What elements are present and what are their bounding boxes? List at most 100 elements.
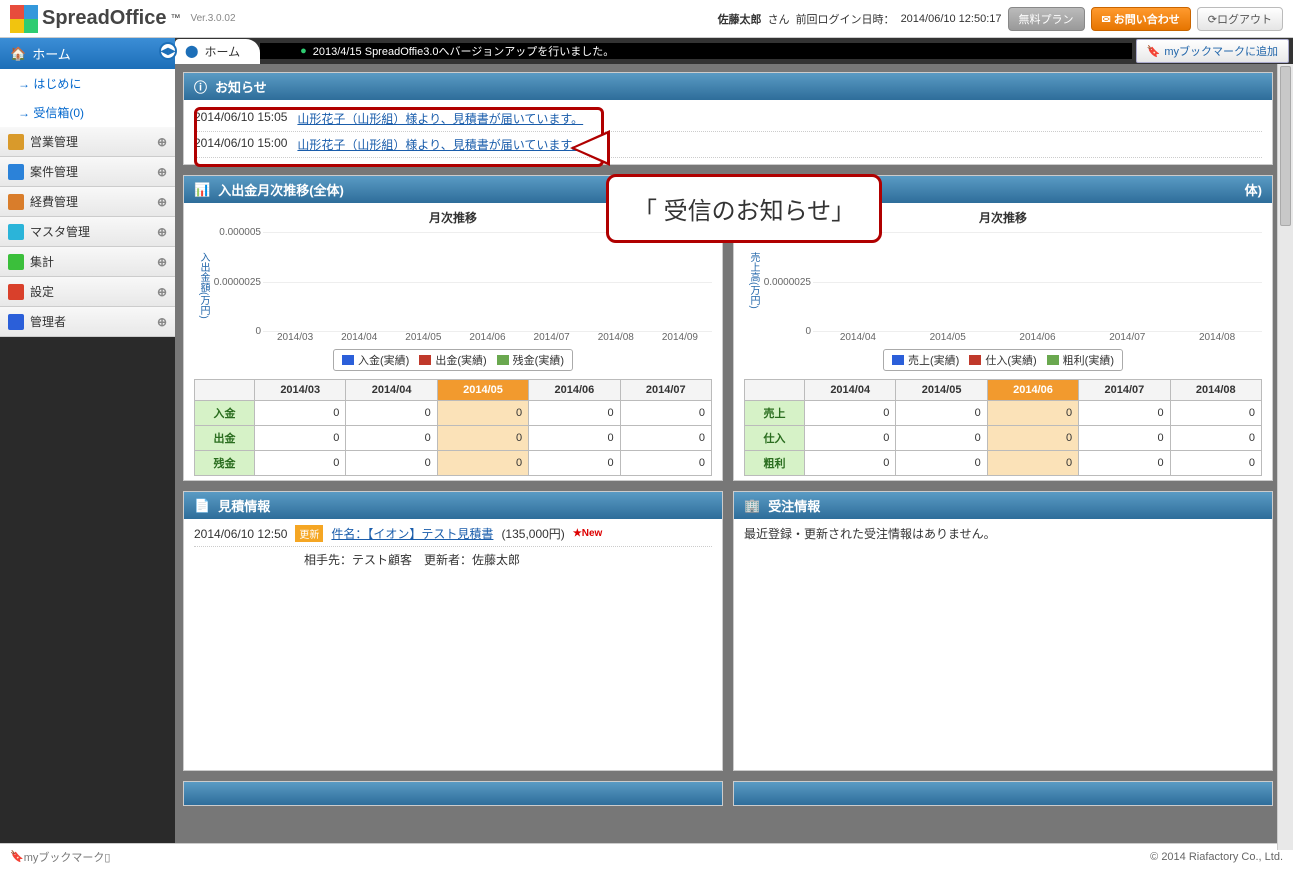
chart-legend: 売上(実績)仕入(実績)粗利(実績) <box>744 349 1262 371</box>
notice-row: 2014/06/10 15:00 山形花子（山形組）様より、見積書が届いています… <box>194 132 1262 158</box>
footer: 🔖 myブックマーク▯ © 2014 Riafactory Co., Ltd. <box>0 843 1293 869</box>
sidebar-item-icon <box>8 254 24 270</box>
home-icon: 🏠 <box>10 46 26 62</box>
chart-xcats: 2014/042014/052014/062014/072014/08 <box>763 332 1262 343</box>
chart-data-table: 2014/032014/042014/052014/062014/07入金000… <box>194 379 712 476</box>
panel-chart-right-title: 体) <box>1245 180 1262 199</box>
sidebar-item-icon <box>8 194 24 210</box>
header-right: 佐藤太郎 さん 前回ログイン日時： 2014/06/10 12:50:17 無料… <box>718 7 1283 31</box>
annotation-callout-text: 「 受信のお知らせ」 <box>633 198 855 225</box>
last-login-label: 前回ログイン日時： <box>796 11 895 27</box>
annotation-arrow <box>570 130 610 166</box>
panel-order: 🏢 受注情報 最近登録・更新された受注情報はありません。 <box>733 491 1273 771</box>
bookmark-add-label: myブックマークに追加 <box>1164 43 1278 59</box>
sidebar-item-icon <box>8 164 24 180</box>
top-bar: SpreadOffice ™ Ver.3.0.02 佐藤太郎 さん 前回ログイン日… <box>0 0 1293 38</box>
notice-link[interactable]: 山形花子（山形組）様より、見積書が届いています。 <box>297 136 583 153</box>
footer-copyright: © 2014 Riafactory Co., Ltd. <box>1150 851 1283 863</box>
expand-icon: ⊕ <box>157 255 167 269</box>
sidebar-item-集計[interactable]: 集計 ⊕ <box>0 247 175 277</box>
sidebar-sub-inbox[interactable]: → 受信箱(0) <box>0 98 175 127</box>
chart-xcats: 2014/032014/042014/052014/062014/072014/… <box>213 332 712 343</box>
notice-ts: 2014/06/10 15:05 <box>194 110 287 127</box>
last-login-value: 2014/06/10 12:50:17 <box>901 13 1002 25</box>
estimate-amount: (135,000円) <box>501 525 564 542</box>
chart-legend: 入金(実績)出金(実績)残金(実績) <box>194 349 712 371</box>
sidebar-item-label: マスタ管理 <box>30 223 90 240</box>
sidebar-item-営業管理[interactable]: 営業管理 ⊕ <box>0 127 175 157</box>
banner-text: 2013/4/15 SpreadOffie3.0へバージョンアップを行いました。 <box>313 43 615 59</box>
estimate-ts: 2014/06/10 12:50 <box>194 527 287 541</box>
notice-ts: 2014/06/10 15:00 <box>194 136 287 153</box>
bookmark-add-button[interactable]: 🔖 myブックマークに追加 <box>1136 39 1289 63</box>
panel-extra-left <box>183 781 723 806</box>
sidebar-item-設定[interactable]: 設定 ⊕ <box>0 277 175 307</box>
sidebar-item-label: 案件管理 <box>30 163 78 180</box>
bookmark-icon: 🔖 <box>1147 45 1161 58</box>
panel-chart-left-title: 入出金月次推移(全体) <box>218 180 344 199</box>
sidebar-item-管理者[interactable]: 管理者 ⊕ <box>0 307 175 337</box>
content-tabbar: ⬤ ホーム ● 2013/4/15 SpreadOffie3.0へバージョンアッ… <box>175 38 1293 64</box>
expand-icon: ⊕ <box>157 165 167 179</box>
panel-notice-title: お知らせ <box>215 77 267 96</box>
chart-ylabel: 入出金額(万円) <box>194 232 213 343</box>
expand-icon: ⊕ <box>157 135 167 149</box>
expand-icon: ⊕ <box>157 195 167 209</box>
panel-estimate-body: 2014/06/10 12:50 更新 件名：【イオン】テスト見積書 (135,… <box>184 519 722 574</box>
panel-estimate: 📄 見積情報 2014/06/10 12:50 更新 件名：【イオン】テスト見積… <box>183 491 723 771</box>
chart-right: 月次推移 売上高(万円) 00.00000250.000005 2014/042… <box>734 203 1272 480</box>
expand-icon: ⊕ <box>157 285 167 299</box>
doc-icon: 📄 <box>194 498 210 514</box>
panel-extra-right <box>733 781 1273 806</box>
sidebar-sub-intro[interactable]: → はじめに <box>0 69 175 98</box>
chart-data-table: 2014/042014/052014/062014/072014/08売上000… <box>744 379 1262 476</box>
sidebar-item-icon <box>8 134 24 150</box>
sidebar-sub-label: 受信箱(0) <box>33 106 84 120</box>
user-name: 佐藤太郎 <box>718 11 762 27</box>
sidebar-item-icon <box>8 314 24 330</box>
estimate-link[interactable]: 件名：【イオン】テスト見積書 <box>331 525 493 542</box>
app-tm: ™ <box>170 13 180 24</box>
collapse-icon[interactable]: ◀▶ <box>159 42 177 60</box>
chart-icon: 📊 <box>194 182 210 198</box>
tab-home-icon: ⬤ <box>185 44 198 58</box>
sidebar: 🏠 ホーム ◀▶ → はじめに → 受信箱(0) 営業管理 ⊕ 案件管理 ⊕ 経… <box>0 38 175 843</box>
panel-notice: ⓘ お知らせ 2014/06/10 15:05 山形花子（山形組）様より、見積書… <box>183 72 1273 165</box>
app-name: SpreadOffice <box>42 7 166 30</box>
panel-notice-head: ⓘ お知らせ <box>184 73 1272 100</box>
expand-icon: ⊕ <box>157 315 167 329</box>
sidebar-item-label: 集計 <box>30 253 54 270</box>
plan-button[interactable]: 無料プラン <box>1008 7 1085 31</box>
scrollbar[interactable] <box>1277 64 1293 850</box>
estimate-detail: 相手先：テスト顧客 更新者：佐藤太郎 <box>194 547 712 568</box>
notice-row: 2014/06/10 15:05 山形花子（山形組）様より、見積書が届いています… <box>194 106 1262 132</box>
sidebar-home[interactable]: 🏠 ホーム ◀▶ <box>0 38 175 69</box>
sidebar-home-label: ホーム <box>32 44 71 63</box>
app-version: Ver.3.0.02 <box>190 13 235 24</box>
sidebar-item-label: 設定 <box>30 283 54 300</box>
footer-bookmark[interactable]: myブックマーク▯ <box>24 849 111 865</box>
sidebar-item-案件管理[interactable]: 案件管理 ⊕ <box>0 157 175 187</box>
content-area: ⬤ ホーム ● 2013/4/15 SpreadOffie3.0へバージョンアッ… <box>175 38 1293 843</box>
chart-plot-area: 00.00000250.000005 <box>263 232 712 332</box>
logout-button[interactable]: ⟳ログアウト <box>1197 7 1283 31</box>
sidebar-item-経費管理[interactable]: 経費管理 ⊕ <box>0 187 175 217</box>
update-badge: 更新 <box>295 525 323 542</box>
chart-ylabel: 売上高(万円) <box>744 232 763 343</box>
app-logo: SpreadOffice ™ Ver.3.0.02 <box>10 5 236 33</box>
user-suffix: さん <box>768 11 790 27</box>
scrollbar-thumb[interactable] <box>1280 66 1291 226</box>
building-icon: 🏢 <box>744 498 760 514</box>
contact-button[interactable]: ✉ お問い合わせ <box>1091 7 1191 31</box>
footer-bookmark-icon: 🔖 <box>10 850 24 863</box>
notice-link[interactable]: 山形花子（山形組）様より、見積書が届いています。 <box>297 110 583 127</box>
order-empty: 最近登録・更新された受注情報はありません。 <box>744 527 996 541</box>
sidebar-sub-label: はじめに <box>33 77 81 91</box>
panel-order-head: 🏢 受注情報 <box>734 492 1272 519</box>
chart-plot-area: 00.00000250.000005 <box>813 232 1262 332</box>
tab-home[interactable]: ⬤ ホーム <box>175 39 260 64</box>
sidebar-item-マスタ管理[interactable]: マスタ管理 ⊕ <box>0 217 175 247</box>
sidebar-item-label: 経費管理 <box>30 193 78 210</box>
chart-left: 月次推移 入出金額(万円) 00.00000250.000005 2014/03… <box>184 203 722 480</box>
expand-icon: ⊕ <box>157 225 167 239</box>
